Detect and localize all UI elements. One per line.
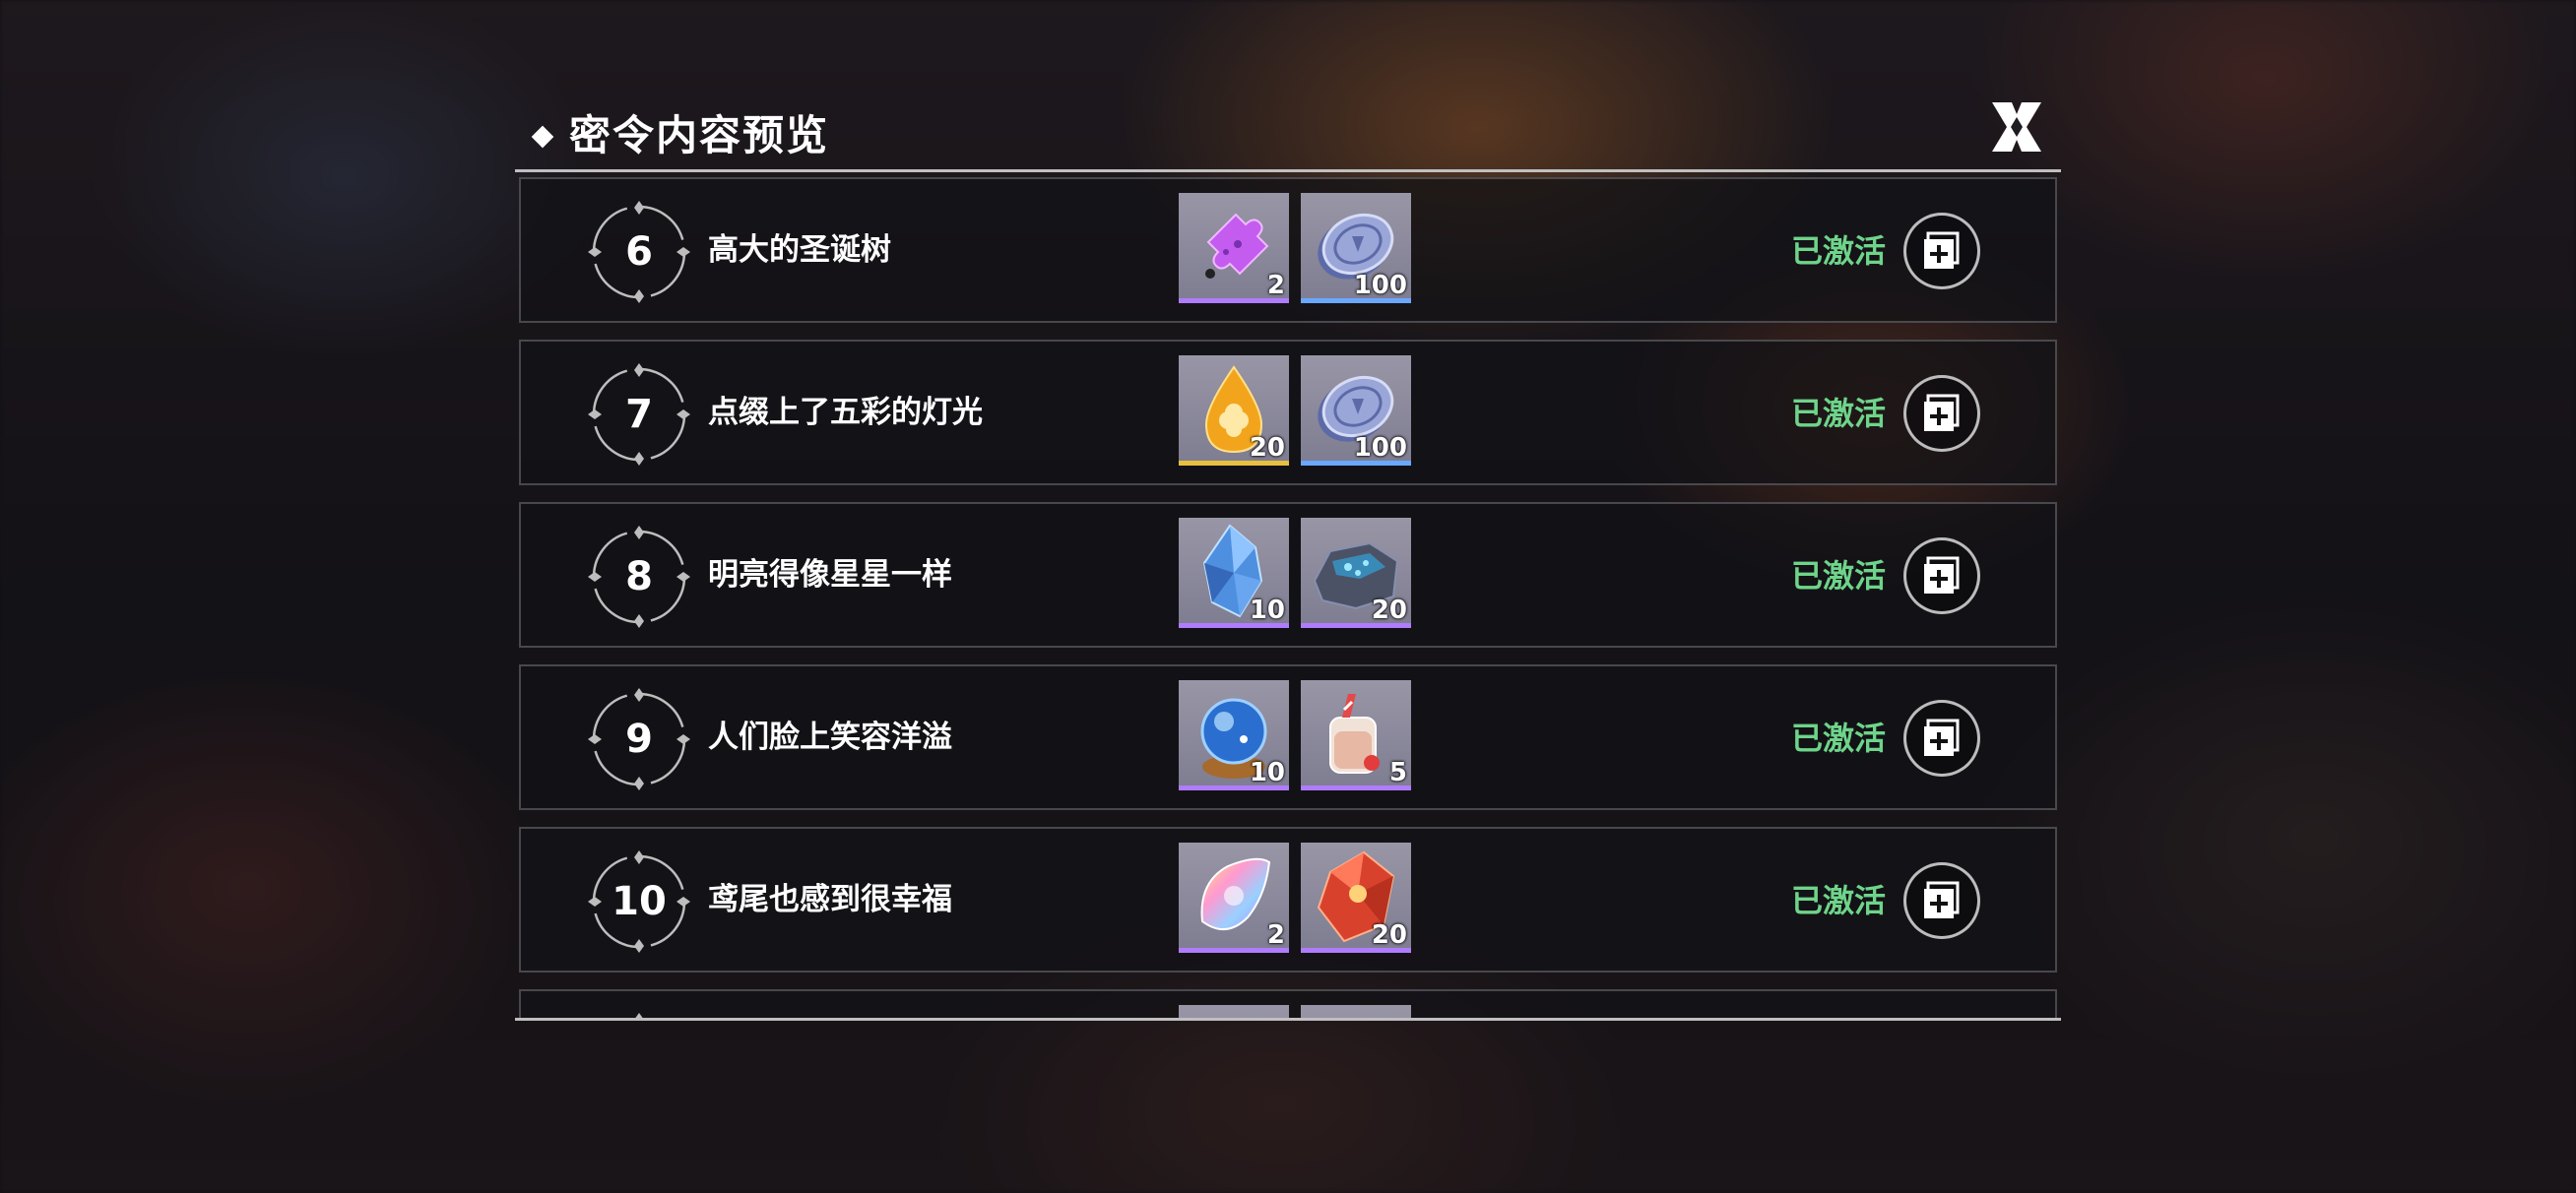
- reward-item[interactable]: [1301, 1005, 1411, 1018]
- footer-divider: [515, 1018, 2061, 1021]
- close-button[interactable]: [1974, 85, 2059, 169]
- tier-level-number: 10: [612, 879, 667, 924]
- reward-quantity: 100: [1353, 271, 1407, 300]
- stacked-plus-icon: [1924, 881, 1960, 918]
- tier-title: 点缀上了五彩的灯光: [708, 395, 983, 430]
- reward-item[interactable]: 100: [1301, 193, 1411, 303]
- stacked-plus-icon: [1924, 719, 1960, 756]
- status-label: 已激活: [1791, 882, 1887, 919]
- reward-quantity: 2: [1266, 920, 1285, 950]
- tier-level-badge: 7: [586, 361, 692, 468]
- tier-level-number: 9: [625, 717, 653, 762]
- tier-title: 人们脸上笑容洋溢: [708, 720, 952, 755]
- reward-item[interactable]: 20: [1301, 518, 1411, 628]
- reward-quantity: 20: [1249, 433, 1285, 463]
- detail-button[interactable]: [1903, 537, 1980, 614]
- tier-level-badge: 10: [586, 848, 692, 955]
- stacked-plus-icon: [1924, 556, 1960, 594]
- reward-quantity: 20: [1371, 596, 1407, 625]
- reward-quantity: 10: [1249, 596, 1285, 625]
- stacked-plus-icon: [1924, 394, 1960, 431]
- reward-quantity: 100: [1353, 433, 1407, 463]
- status-label: 已激活: [1791, 395, 1887, 432]
- reward-item[interactable]: 100: [1301, 355, 1411, 466]
- reward-item[interactable]: 10: [1179, 680, 1289, 790]
- pass-content-preview-panel: 密令内容预览 6 高大的圣诞树 2 100 已激活 7 点缀上了五彩的灯光 20…: [515, 98, 2061, 1024]
- tier-row-partial: [519, 989, 2057, 1018]
- close-x-icon: [1992, 102, 2041, 152]
- tier-row: 8 明亮得像星星一样 10 20 已激活: [519, 502, 2057, 648]
- detail-button[interactable]: [1903, 213, 1980, 289]
- tier-row: 6 高大的圣诞树 2 100 已激活: [519, 177, 2057, 323]
- status-label: 已激活: [1791, 720, 1887, 757]
- tier-row: 10 鸢尾也感到很幸福 2 20 已激活: [519, 827, 2057, 973]
- reward-item[interactable]: 20: [1301, 843, 1411, 953]
- reward-quantity: 10: [1249, 758, 1285, 787]
- detail-button[interactable]: [1903, 700, 1980, 777]
- reward-item[interactable]: 20: [1179, 355, 1289, 466]
- diamond-bullet-icon: [531, 125, 554, 149]
- reward-item[interactable]: 2: [1179, 193, 1289, 303]
- level-ring-icon: [635, 1013, 643, 1018]
- tier-row: 9 人们脸上笑容洋溢 10 5 已激活: [519, 664, 2057, 810]
- tier-level-badge: 6: [586, 199, 692, 305]
- reward-quantity: 2: [1266, 271, 1285, 300]
- reward-item[interactable]: 5: [1301, 680, 1411, 790]
- tier-title: 鸢尾也感到很幸福: [708, 882, 952, 917]
- tier-list[interactable]: 6 高大的圣诞树 2 100 已激活 7 点缀上了五彩的灯光 20 100 已激…: [515, 172, 2061, 1018]
- tier-level-number: 7: [625, 392, 653, 437]
- tier-level-number: 6: [625, 229, 653, 275]
- status-label: 已激活: [1791, 557, 1887, 595]
- tier-title: 明亮得像星星一样: [708, 557, 952, 593]
- reward-quantity: 20: [1371, 920, 1407, 950]
- detail-button[interactable]: [1903, 375, 1980, 452]
- reward-item[interactable]: 10: [1179, 518, 1289, 628]
- tier-row: 7 点缀上了五彩的灯光 20 100 已激活: [519, 340, 2057, 485]
- reward-item[interactable]: 2: [1179, 843, 1289, 953]
- tier-title: 高大的圣诞树: [708, 232, 891, 268]
- tier-level-number: 8: [625, 554, 653, 599]
- page-title: 密令内容预览: [569, 111, 830, 159]
- tier-level-badge: 9: [586, 686, 692, 792]
- tier-level-badge: [586, 1011, 692, 1018]
- tier-level-badge: 8: [586, 524, 692, 630]
- reward-quantity: 5: [1388, 758, 1407, 787]
- header: 密令内容预览: [515, 98, 2061, 169]
- stacked-plus-icon: [1924, 231, 1960, 269]
- reward-item[interactable]: [1179, 1005, 1289, 1018]
- detail-button[interactable]: [1903, 862, 1980, 939]
- status-label: 已激活: [1791, 232, 1887, 270]
